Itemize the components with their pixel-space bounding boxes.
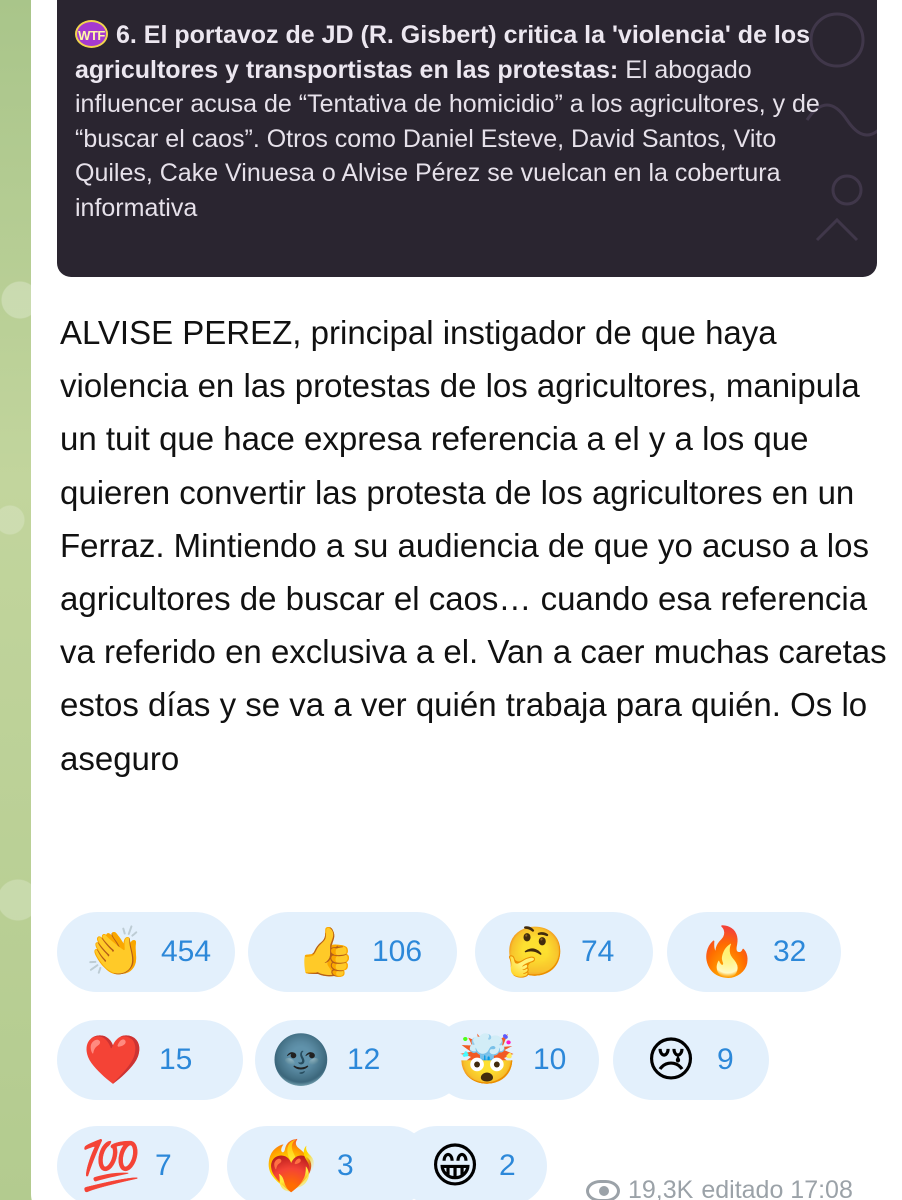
reaction-crying-face[interactable]: 😢 9 — [613, 1020, 769, 1100]
reaction-count: 74 — [581, 935, 615, 968]
heart-on-fire-icon: ❤️‍🔥 — [261, 1138, 321, 1194]
wtf-badge-icon: WTF — [75, 20, 108, 48]
reaction-count: 3 — [337, 1149, 354, 1182]
reaction-hundred-points[interactable]: 💯 7 — [57, 1126, 209, 1200]
view-count: 19,3K — [628, 1176, 694, 1200]
reaction-fire[interactable]: 🔥 32 — [667, 912, 841, 992]
reaction-count: 12 — [347, 1043, 381, 1076]
reaction-thinking-face[interactable]: 🤔 74 — [475, 912, 653, 992]
reaction-count: 7 — [155, 1149, 172, 1182]
hundred-points-icon: 💯 — [81, 1138, 141, 1194]
reaction-count: 106 — [372, 935, 423, 968]
clapping-hands-icon: 👏 — [85, 924, 145, 980]
edited-timestamp: editado 17:08 — [701, 1176, 853, 1200]
grinning-face-icon: 😁 — [429, 1138, 481, 1194]
reaction-clapping-hands[interactable]: 👏 454 — [57, 912, 235, 992]
crying-face-icon: 😢 — [645, 1032, 697, 1088]
fire-icon: 🔥 — [697, 924, 757, 980]
reaction-count: 9 — [717, 1043, 734, 1076]
quoted-reply-text: WTF 6. El portavoz de JD (R. Gisbert) cri… — [75, 18, 859, 225]
message-text: ALVISE PEREZ, principal instigador de qu… — [60, 314, 887, 777]
reaction-count: 10 — [533, 1043, 567, 1076]
eye-icon — [586, 1179, 620, 1200]
thinking-face-icon: 🤔 — [505, 924, 565, 980]
reaction-count: 15 — [159, 1043, 193, 1076]
reaction-thumbs-up[interactable]: 👍 106 — [248, 912, 457, 992]
reaction-grinning-face[interactable]: 😁 2 — [397, 1126, 547, 1200]
thumbs-up-icon: 👍 — [296, 924, 356, 980]
message-meta: 19,3K editado 17:08 — [586, 1176, 853, 1200]
reaction-red-heart[interactable]: ❤️ 15 — [57, 1020, 243, 1100]
new-moon-face-icon: 🌚 — [271, 1032, 331, 1088]
reaction-count: 454 — [161, 935, 212, 968]
reaction-count: 2 — [499, 1149, 516, 1182]
red-heart-icon: ❤️ — [83, 1032, 143, 1088]
quoted-reply-preview[interactable]: WTF 6. El portavoz de JD (R. Gisbert) cri… — [57, 0, 877, 277]
exploding-head-icon: 🤯 — [457, 1032, 517, 1088]
reaction-count: 32 — [773, 935, 807, 968]
reaction-exploding-head[interactable]: 🤯 10 — [431, 1020, 599, 1100]
